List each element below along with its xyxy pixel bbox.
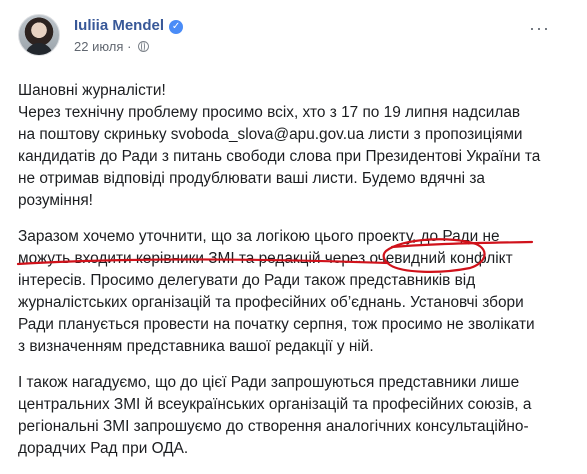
- text-line: кандидатів до Ради з питань свободи слов…: [18, 148, 541, 165]
- text-line: дорадчих Рад при ОДА.: [18, 440, 189, 457]
- text-line: І також нагадуємо, що до цієї Ради запро…: [18, 374, 520, 391]
- text-line: Заразом хочемо уточнити, що за логікою ц…: [18, 228, 500, 245]
- text-line: на поштову скриньку svoboda_slova@apu.go…: [18, 126, 523, 143]
- text-line: не отримав відповіді продублювати ваші л…: [18, 170, 485, 187]
- text-line: журналістських організацій та професійни…: [18, 294, 524, 311]
- globe-icon: [138, 40, 150, 52]
- more-options-icon[interactable]: ···: [529, 18, 550, 39]
- text-line: з визначенням представника вашої редакці…: [18, 338, 374, 355]
- text-line: розуміння!: [18, 192, 93, 209]
- text-line: центральних ЗМІ й всеукраїнських організ…: [18, 396, 532, 413]
- greeting-line: Шановні журналісти!: [18, 82, 166, 99]
- post-date[interactable]: 22 июля: [74, 39, 123, 54]
- text-line: регіональні ЗМІ запрошуємо до створення …: [18, 418, 529, 435]
- author-name-link[interactable]: Iuliia Mendel ✓: [74, 17, 184, 34]
- verified-badge-icon: ✓: [169, 20, 184, 34]
- text-line: можуть входити керівники ЗМІ та редакцій…: [18, 250, 513, 267]
- post-header: Iuliia Mendel ✓ 22 июля · ···: [18, 14, 558, 60]
- author-name[interactable]: Iuliia Mendel: [74, 17, 164, 34]
- text-line: Через технічну проблему просимо всіх, хт…: [18, 104, 521, 121]
- text-line: Ради планується провести на початку серп…: [18, 316, 535, 333]
- paragraph-2: Заразом хочемо уточнити, що за логікою ц…: [18, 226, 573, 358]
- paragraph-1: Шановні журналісти! Через технічну пробл…: [18, 80, 573, 212]
- paragraph-3: І також нагадуємо, що до цієї Ради запро…: [18, 372, 573, 460]
- author-avatar[interactable]: [18, 14, 60, 56]
- text-line: інтересів. Просимо делегувати до Ради та…: [18, 272, 476, 289]
- facebook-post: Iuliia Mendel ✓ 22 июля · ··· Шановні жур…: [0, 0, 587, 457]
- post-text: Шановні журналісти! Через технічну пробл…: [18, 80, 573, 474]
- post-meta: 22 июля ·: [74, 39, 150, 54]
